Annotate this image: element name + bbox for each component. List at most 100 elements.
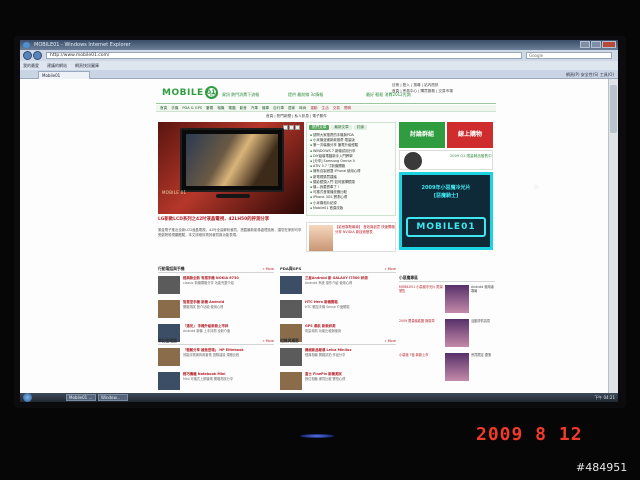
hero-banner[interactable]: MOBILE 01 <box>158 122 304 214</box>
breadcrumb[interactable]: 首頁 | 熱門新聞 | 私人訊息 | 電子郵件 <box>266 114 327 119</box>
section-notebooks: 筆記型電腦» More 「輕鬆分享 極致登場」 HP Elitebook 效能評測與… <box>158 338 274 393</box>
pager-dot[interactable] <box>295 125 300 130</box>
user-links-secondary[interactable]: 首頁 | 會員中心 | 購買服務 | 交易市場 <box>392 89 453 94</box>
taskbar-item[interactable]: Window... <box>98 394 128 401</box>
minimize-button[interactable] <box>580 41 590 48</box>
section-cameras: 相機與攝影» More 機械新品報導 Leica Minilux 經典相機 開箱試拍… <box>280 338 396 393</box>
side-ad-text: 2009 Q1 限量精品發售中 <box>450 154 492 158</box>
taskbar: Mobile01 ... Window... 下午 04:21 <box>20 393 618 402</box>
more-link[interactable]: » More <box>262 266 274 272</box>
suggested-sites-link[interactable]: 建議的網站 <box>47 61 67 70</box>
article-title[interactable]: 機械新品報導 Leica Minilux <box>305 348 395 352</box>
article-item[interactable]: 富士 FinePix 新機測試 數位相機 畫質比較 實拍心得 <box>280 371 396 393</box>
article-item[interactable]: 經典款全新 有感手機 NOKIA 6730 classic 新機開箱分享 功能完整… <box>158 275 274 297</box>
right-promo[interactable]: 小惡魔 T恤 新款上市 會員限定 優惠 <box>399 352 495 384</box>
more-link[interactable]: » More <box>384 338 396 344</box>
article-item[interactable]: 「輕鬆分享 極致登場」 HP Elitebook 效能評測與商用筆電 選購建議 規… <box>158 347 274 369</box>
right-promo[interactable]: MOBILE01 小惡魔冷光片 限量發售 Android 使用者專屬 <box>399 284 495 316</box>
article-desc: 開箱測試 簡介功能 使用心得 <box>183 305 224 309</box>
article-thumbnail <box>280 348 302 366</box>
tagline-2: 提供 最前線 3c情報 <box>288 92 324 97</box>
article-title[interactable]: 輕巧機種 Notebook Mini <box>183 372 273 376</box>
side-ad[interactable]: 2009 Q1 限量精品發售中 <box>399 150 493 170</box>
taskbar-item[interactable]: Mobile01 ... <box>66 394 96 401</box>
article-item[interactable]: 機械新品報導 Leica Minilux 經典相機 開箱試拍 作品分享 <box>280 347 396 369</box>
back-icon[interactable] <box>23 51 32 60</box>
menu-item[interactable]: 手機 <box>171 105 178 111</box>
tab-mobile01[interactable]: Mobile01 <box>38 71 90 79</box>
article-title[interactable]: HTC Hero 新機開箱 <box>305 300 395 304</box>
url-field[interactable]: http://www.mobile01.com/ <box>46 52 522 59</box>
right-promo-note: 活動詳情請見 <box>471 319 491 323</box>
vertical-scrollbar[interactable] <box>608 79 618 393</box>
article-thumbnail <box>158 276 180 294</box>
menu-item[interactable]: PDA & GPS <box>182 105 202 111</box>
menu-item[interactable]: 機車 <box>262 105 269 111</box>
scroll-thumb[interactable] <box>610 85 617 133</box>
menu-item[interactable]: 電腦 <box>228 105 235 111</box>
more-link[interactable]: » More <box>384 266 396 272</box>
pager-dot[interactable] <box>289 125 294 130</box>
menu-item[interactable]: 影音 <box>240 105 247 111</box>
article-title[interactable]: 三星Android 新 GALAXY i7500 評測 <box>305 276 395 280</box>
command-bar[interactable]: 網頁(P) 安全性(S) 工具(O) <box>566 71 614 78</box>
close-button[interactable] <box>602 41 616 48</box>
article-title[interactable]: 富士 FinePix 新機測試 <box>305 372 395 376</box>
news-tab[interactable]: 熱門文章 <box>309 125 330 130</box>
tab-bar: Mobile01 網頁(P) 安全性(S) 工具(O) <box>20 70 618 79</box>
menu-item[interactable]: 閒聊 <box>344 105 351 111</box>
favorites-link[interactable]: 我的最愛 <box>23 61 39 70</box>
article-title[interactable]: 經典款全新 有感手機 NOKIA 6730 <box>183 276 273 280</box>
news-tab[interactable]: 討論 <box>353 125 367 130</box>
photo-frame: MOBILE01 - Windows Internet Explorer htt… <box>0 0 640 480</box>
article-title[interactable]: 「輕鬆分享 極致登場」 HP Elitebook <box>183 348 273 352</box>
right-column-title: 小惡魔專區 <box>399 275 495 282</box>
menu-item[interactable]: 居家 <box>288 105 295 111</box>
web-slice-link[interactable]: 網頁快訊圖庫 <box>75 61 99 70</box>
maximize-button[interactable] <box>591 41 601 48</box>
article-thumbnail <box>158 372 180 390</box>
article-item[interactable]: 輕巧機種 Notebook Mini Mini 可攜式上網筆電 開箱測試分享 <box>158 371 274 393</box>
article-item[interactable]: HTC Hero 新機開箱 HTC 觸控手機 Sense 介面體驗 <box>280 299 396 321</box>
article-thumbnail <box>158 348 180 366</box>
section-pda-gps: PDA與GPS» More 三星Android 新 GALAXY i7500 評測… <box>280 266 396 345</box>
power-led <box>300 434 334 438</box>
menu-item[interactable]: 運動 <box>310 105 317 111</box>
tray-clock: 下午 04:21 <box>594 395 615 400</box>
section-title: PDA與GPS» More <box>280 266 396 273</box>
promo-box[interactable]: 【影音專題報導】 音效與創意 快速開箱分享 NVIDIA 新技術發表 <box>306 222 396 252</box>
article-desc: HTC 觸控手機 Sense 介面體驗 <box>305 305 350 309</box>
menu-item[interactable]: 首頁 <box>160 105 167 111</box>
article-title[interactable]: 「遇見」 手機升級新款上市評 <box>183 324 273 328</box>
right-promo-note: Android 使用者專屬 <box>471 285 494 294</box>
ie-icon <box>23 42 30 48</box>
search-input[interactable]: Google <box>526 52 612 59</box>
news-item[interactable]: Mobile01 首頁改版 <box>310 206 392 211</box>
article-title[interactable]: GPS 導航 新款評測 <box>305 324 395 328</box>
article-desc: Mini 可攜式上網筆電 開箱測試分享 <box>183 377 234 381</box>
news-tab[interactable]: 最新文章 <box>331 125 352 130</box>
menu-item[interactable]: 生活 <box>322 105 329 111</box>
forward-icon[interactable] <box>33 51 42 60</box>
news-tabs: 熱門文章 最新文章 討論 <box>307 123 395 132</box>
menu-item[interactable]: 時尚 <box>299 105 306 111</box>
right-promo[interactable]: 2009 限量鑰匙圈 與徽章 活動詳情請見 <box>399 318 495 350</box>
shop-button[interactable]: 線上購物 <box>447 122 493 148</box>
glow-sticker-ad[interactable]: 2009年小惡魔冷光片 [惡魔騎士] MOBILE01 <box>399 172 493 250</box>
menu-item[interactable]: 筆電 <box>206 105 213 111</box>
menu-item[interactable]: 相機 <box>217 105 224 111</box>
section-phones: 行動電話與手機» More 經典款全新 有感手機 NOKIA 6730 classi… <box>158 266 274 345</box>
article-item[interactable]: 三星Android 新 GALAXY i7500 評測 Android 系統 操作… <box>280 275 396 297</box>
article-title[interactable]: 智慧型手機 新機 Android <box>183 300 273 304</box>
address-bar: http://www.mobile01.com/ Google <box>20 50 618 61</box>
hero-headline[interactable]: LG新款LCD系列之42吋液晶電視，42LH50的評測分享 <box>158 217 304 222</box>
menu-item[interactable]: 汽車 <box>251 105 258 111</box>
forum-button[interactable]: 討論群組 <box>399 122 445 148</box>
start-icon[interactable] <box>23 393 32 402</box>
article-item[interactable]: 智慧型手機 新機 Android 開箱測試 簡介功能 使用心得 <box>158 299 274 321</box>
menu-item[interactable]: 自行車 <box>273 105 284 111</box>
user-links[interactable]: 註冊 | 登入 | 搜尋 | 站內簡訊 <box>392 83 438 88</box>
more-link[interactable]: » More <box>262 338 274 344</box>
right-promo-note: 會員限定 優惠 <box>471 353 492 357</box>
menu-item[interactable]: 交易 <box>333 105 340 111</box>
